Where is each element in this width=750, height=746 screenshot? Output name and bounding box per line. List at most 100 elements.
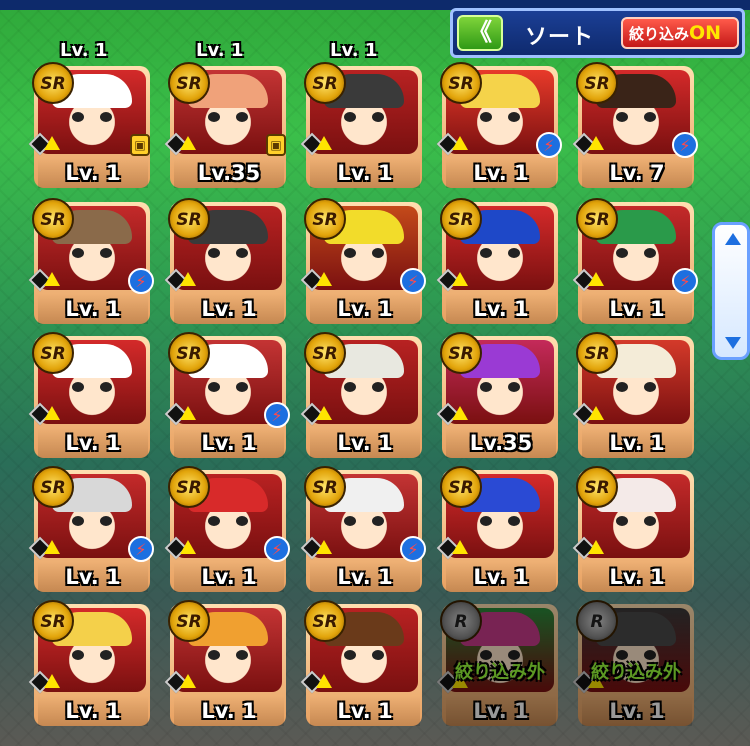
character-eye	[372, 248, 384, 258]
level-label: Lv. 1	[174, 294, 284, 324]
character-card[interactable]: SR ⚡ Lv. 1	[164, 332, 290, 458]
rarity-badge: SR	[168, 466, 210, 508]
rarity-badge: SR	[32, 332, 74, 374]
character-eye	[508, 516, 520, 526]
level-label: Lv. 1	[446, 294, 556, 324]
level-label: Lv. 1	[310, 294, 420, 324]
type-triangle-icon	[44, 674, 60, 688]
level-label: Lv. 1	[174, 696, 284, 726]
character-eye	[344, 516, 356, 526]
partial-level-label: Lv. 1	[196, 40, 244, 61]
type-triangle-icon	[316, 272, 332, 286]
character-eye	[236, 382, 248, 392]
scrollbar[interactable]	[712, 222, 750, 360]
type-triangle-icon	[588, 136, 604, 150]
filter-button[interactable]: 絞り込みON	[621, 17, 739, 49]
type-triangle-icon	[44, 272, 60, 286]
rarity-badge: SR	[576, 62, 618, 104]
character-card[interactable]: R 絞り込み外 Lv. 1	[572, 600, 694, 726]
character-card[interactable]: SR ⚡ Lv. 1	[300, 198, 426, 324]
rarity-badge: SR	[304, 62, 346, 104]
character-card[interactable]: SR ▣ Lv.35	[164, 62, 286, 188]
character-card[interactable]: SR ⚡ Lv. 1	[572, 198, 698, 324]
rarity-badge: SR	[304, 198, 346, 240]
type-triangle-icon	[180, 406, 196, 420]
character-eye	[508, 248, 520, 258]
level-label: Lv. 1	[446, 158, 556, 188]
character-eye	[344, 248, 356, 258]
level-label: Lv. 1	[582, 294, 692, 324]
character-eye	[480, 112, 492, 122]
character-card[interactable]: SR Lv.35	[436, 332, 558, 458]
character-card[interactable]: SR Lv. 1	[164, 600, 286, 726]
back-button[interactable]: 《	[457, 15, 503, 51]
character-card[interactable]: SR Lv. 1	[28, 600, 150, 726]
level-label: Lv. 1	[310, 696, 420, 726]
character-eye	[508, 112, 520, 122]
character-eye	[480, 248, 492, 258]
level-label: Lv. 1	[38, 294, 148, 324]
rarity-badge: SR	[440, 62, 482, 104]
character-eye	[236, 112, 248, 122]
character-eye	[480, 382, 492, 392]
rarity-badge: SR	[304, 466, 346, 508]
lightning-icon: ⚡	[264, 402, 290, 428]
lightning-icon: ⚡	[536, 132, 562, 158]
type-triangle-icon	[180, 272, 196, 286]
rarity-badge: SR	[576, 332, 618, 374]
character-eye	[616, 112, 628, 122]
character-eye	[616, 248, 628, 258]
level-label: Lv. 1	[38, 696, 148, 726]
character-card[interactable]: SR ⚡ Lv. 1	[436, 62, 562, 188]
character-card[interactable]: SR Lv. 1	[436, 198, 558, 324]
level-label: Lv. 1	[174, 428, 284, 458]
level-label: Lv. 1	[38, 562, 148, 592]
character-card[interactable]: SR ▣ Lv. 1	[28, 62, 150, 188]
character-eye	[72, 382, 84, 392]
type-triangle-icon	[452, 540, 468, 554]
character-card[interactable]: SR Lv. 1	[28, 332, 150, 458]
character-eye	[100, 112, 112, 122]
type-triangle-icon	[180, 136, 196, 150]
type-triangle-icon	[44, 136, 60, 150]
type-triangle-icon	[452, 136, 468, 150]
character-eye	[644, 516, 656, 526]
character-card[interactable]: SR Lv. 1	[300, 600, 422, 726]
type-triangle-icon	[180, 540, 196, 554]
type-triangle-icon	[316, 406, 332, 420]
rarity-badge: SR	[32, 466, 74, 508]
character-eye	[72, 650, 84, 660]
character-card[interactable]: SR Lv. 1	[164, 198, 286, 324]
character-eye	[236, 650, 248, 660]
filter-label: 絞り込み	[629, 25, 690, 43]
character-card[interactable]: R 絞り込み外 Lv. 1	[436, 600, 558, 726]
lightning-icon: ⚡	[400, 268, 426, 294]
scroll-up-icon	[725, 233, 741, 245]
character-card[interactable]: SR ⚡ Lv. 1	[28, 198, 154, 324]
character-eye	[616, 516, 628, 526]
character-card[interactable]: SR ⚡ Lv. 1	[28, 466, 154, 592]
character-card[interactable]: SR Lv. 1	[436, 466, 558, 592]
character-card[interactable]: SR ⚡ Lv. 7	[572, 62, 698, 188]
rarity-badge: R	[576, 600, 618, 642]
level-label: Lv. 1	[310, 428, 420, 458]
partial-level-label: Lv. 1	[330, 40, 378, 61]
character-eye	[344, 112, 356, 122]
rarity-badge: SR	[32, 198, 74, 240]
character-card[interactable]: SR Lv. 1	[300, 62, 422, 188]
rarity-badge: SR	[304, 600, 346, 642]
character-card[interactable]: SR ⚡ Lv. 1	[164, 466, 290, 592]
character-eye	[236, 248, 248, 258]
character-card[interactable]: SR Lv. 1	[572, 466, 694, 592]
type-triangle-icon	[316, 136, 332, 150]
character-card[interactable]: SR ⚡ Lv. 1	[300, 466, 426, 592]
character-card[interactable]: SR Lv. 1	[300, 332, 422, 458]
character-eye	[72, 112, 84, 122]
character-card[interactable]: SR Lv. 1	[572, 332, 694, 458]
level-label: Lv. 1	[446, 562, 556, 592]
rarity-badge: R	[440, 600, 482, 642]
character-eye	[100, 516, 112, 526]
sort-button[interactable]: ソート	[525, 19, 594, 51]
type-triangle-icon	[588, 540, 604, 554]
level-label: Lv. 1	[582, 562, 692, 592]
